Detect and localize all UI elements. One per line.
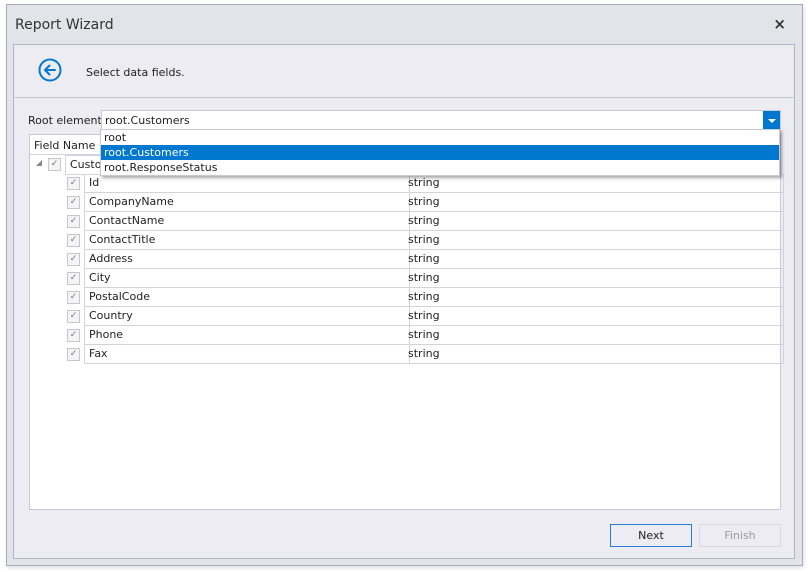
field-checkbox[interactable]: ✓ (67, 348, 80, 361)
dropdown-option-root-customers[interactable]: root.Customers (101, 145, 779, 160)
page-subtitle: Select data fields. (86, 66, 185, 79)
table-row[interactable]: ✓ Country string (30, 307, 784, 326)
field-type-cell: string (404, 174, 784, 193)
field-type-cell: string (404, 288, 784, 307)
field-checkbox[interactable]: ✓ (67, 291, 80, 304)
table-row[interactable]: ✓ Phone string (30, 326, 784, 345)
report-wizard-window: Report Wizard × Select data fields. Root… (6, 4, 803, 566)
table-row[interactable]: ✓ ContactName string (30, 212, 784, 231)
dropdown-option-root-responsestatus[interactable]: root.ResponseStatus (101, 160, 779, 175)
field-name-cell: Country (84, 307, 410, 326)
table-row[interactable]: ✓ CompanyName string (30, 193, 784, 212)
field-type-cell: string (404, 231, 784, 250)
field-name-cell: ContactTitle (84, 231, 410, 250)
root-element-dropdown-list: root root.Customers root.ResponseStatus (100, 129, 780, 176)
next-button[interactable]: Next (610, 524, 692, 547)
field-name-cell: City (84, 269, 410, 288)
field-type-cell: string (404, 307, 784, 326)
field-checkbox[interactable]: ✓ (67, 234, 80, 247)
field-type-cell: string (404, 193, 784, 212)
fields-grid: Field Name ✓ Customers ✓Idstring✓Company… (29, 134, 784, 510)
collapse-icon[interactable] (36, 160, 42, 166)
field-checkbox[interactable]: ✓ (67, 310, 80, 323)
field-name-cell: Id (84, 174, 410, 193)
field-checkbox[interactable]: ✓ (67, 253, 80, 266)
field-type-cell: string (404, 345, 784, 364)
table-row[interactable]: ✓ Address string (30, 250, 784, 269)
dropdown-option-root[interactable]: root (101, 130, 779, 145)
field-type-cell: string (404, 269, 784, 288)
field-type-cell: string (404, 212, 784, 231)
field-type-cell: string (404, 250, 784, 269)
field-name-cell: Address (84, 250, 410, 269)
field-type-cell: string (404, 326, 784, 345)
table-row[interactable]: ✓ City string (30, 269, 784, 288)
field-checkbox[interactable]: ✓ (67, 215, 80, 228)
wizard-page: Select data fields. Root element: root.C… (13, 44, 795, 559)
wizard-header: Select data fields. (14, 45, 794, 98)
close-icon[interactable]: × (773, 15, 786, 33)
parent-checkbox[interactable]: ✓ (48, 158, 61, 171)
window-title: Report Wizard (15, 17, 114, 33)
table-row[interactable]: ✓ Id string (30, 174, 784, 193)
field-checkbox[interactable]: ✓ (67, 196, 80, 209)
field-checkbox[interactable]: ✓ (67, 177, 80, 190)
dropdown-arrow-icon[interactable] (763, 111, 780, 131)
root-element-value: root.Customers (105, 114, 190, 127)
field-name-cell: PostalCode (84, 288, 410, 307)
field-name-cell: Phone (84, 326, 410, 345)
root-element-label: Root element: (28, 114, 106, 127)
table-row[interactable]: ✓ PostalCode string (30, 288, 784, 307)
table-row[interactable]: ✓ Fax string (30, 345, 784, 364)
field-name-cell: ContactName (84, 212, 410, 231)
field-name-cell: Fax (84, 345, 410, 364)
field-checkbox[interactable]: ✓ (67, 272, 80, 285)
finish-button[interactable]: Finish (699, 524, 781, 547)
field-name-cell: CompanyName (84, 193, 410, 212)
table-row[interactable]: ✓ ContactTitle string (30, 231, 784, 250)
back-arrow-icon[interactable] (38, 58, 62, 82)
field-checkbox[interactable]: ✓ (67, 329, 80, 342)
